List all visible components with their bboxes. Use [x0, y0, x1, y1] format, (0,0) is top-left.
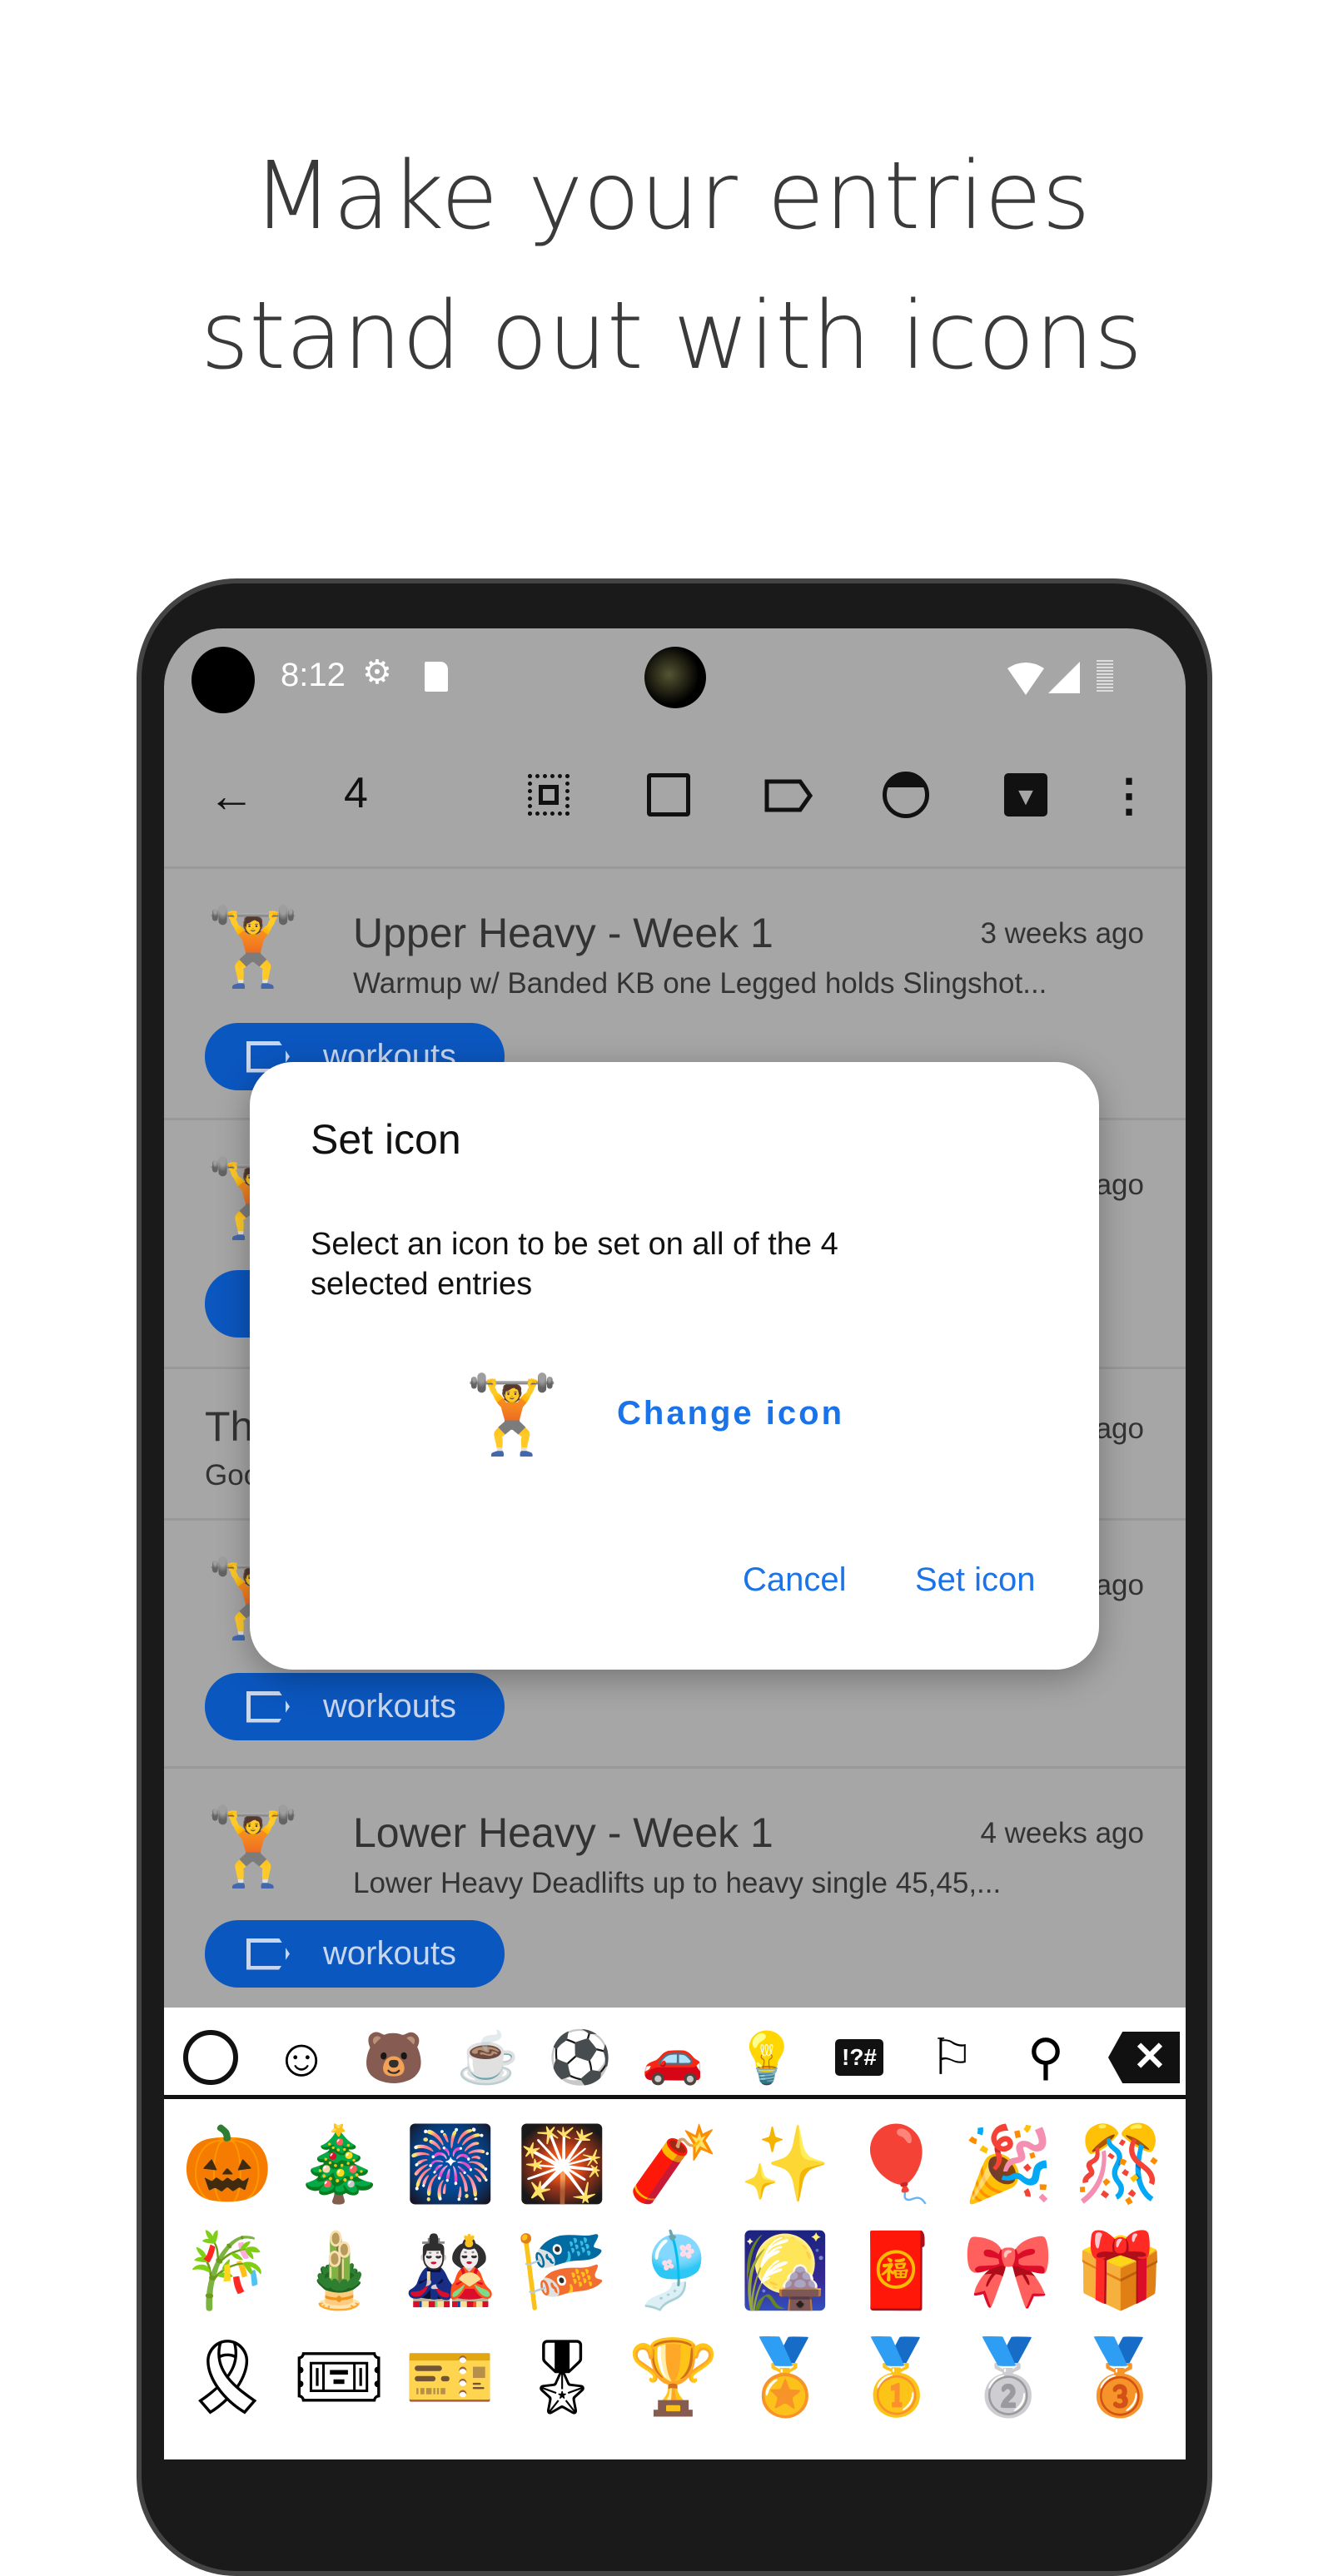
emoji-cell[interactable]: 🎈: [841, 2118, 953, 2225]
emoji-cell[interactable]: 🎊: [1064, 2118, 1176, 2225]
headline: Make your entries stand out with icons: [0, 127, 1343, 406]
list-item[interactable]: 🏋 Lower Heavy - Week 1 4 weeks ago Lower…: [164, 1766, 1186, 2008]
emoji-keyboard: ☺ 🐻 ☕ ⚽ 🚗 💡 !?# ⚐ ⚲ ✕ 🎃 🎄 🎆 🎇 🧨 ✨ 🎈 🎉 🎊 🎋 🎍 🎎 🎏 🎐 🎑 🧧 🎀 🎁…: [164, 2008, 1186, 2459]
archive-icon[interactable]: ▼: [1002, 771, 1050, 819]
emoji-cell[interactable]: 🎋: [172, 2225, 283, 2331]
tag-chip[interactable]: workouts: [205, 1673, 505, 1740]
emoji-cell[interactable]: 🏅: [729, 2331, 841, 2438]
emoji-row: 🎗 🎟 🎫 🎖 🏆 🏅 🥇 🥈 🥉: [172, 2331, 1179, 2438]
dialog-message: Select an icon to be set on all of the 4…: [311, 1224, 838, 1304]
dialog-title: Set icon: [311, 1116, 461, 1163]
change-icon-button[interactable]: Change icon: [617, 1395, 844, 1432]
emoji-row: 🎋 🎍 🎎 🎏 🎐 🎑 🧧 🎀 🎁: [172, 2225, 1179, 2331]
sd-card-icon: [425, 662, 448, 692]
entry-title: Th: [205, 1403, 254, 1450]
tag-chip[interactable]: workouts: [205, 1920, 505, 1988]
entry-preview: Warmup w/ Banded KB one Legged holds Sli…: [353, 967, 1047, 1000]
emoji-cell[interactable]: 🎉: [953, 2118, 1064, 2225]
set-icon-dialog: Set icon Select an icon to be set on all…: [250, 1062, 1099, 1670]
status-time: 8:12: [281, 657, 346, 693]
entry-time: ago: [1095, 1412, 1144, 1445]
more-options-icon[interactable]: ⋮: [1105, 771, 1153, 821]
wifi-icon: [1007, 663, 1044, 695]
tab-smileys-icon[interactable]: ☺: [268, 2024, 335, 2091]
emoji-cell[interactable]: 🏆: [618, 2331, 729, 2438]
emoji-cell[interactable]: 🎫: [395, 2331, 506, 2438]
tab-recent-icon[interactable]: [177, 2024, 244, 2091]
emoji-cell[interactable]: 🎇: [506, 2118, 618, 2225]
entry-time: 4 weeks ago: [980, 1817, 1144, 1849]
front-camera: [644, 647, 706, 708]
settings-icon: ⚙: [362, 654, 392, 691]
deselect-icon[interactable]: [644, 771, 693, 819]
label-icon[interactable]: [764, 778, 813, 813]
emoji-cell[interactable]: 🎖: [506, 2331, 618, 2438]
face-icon[interactable]: [882, 771, 930, 819]
set-icon-button[interactable]: Set icon: [915, 1561, 1036, 1599]
entry-title: Lower Heavy - Week 1: [353, 1809, 773, 1856]
tag-label: workouts: [323, 1688, 457, 1725]
label-icon: [246, 1690, 290, 1723]
emoji-cell[interactable]: 🧨: [618, 2118, 729, 2225]
dialog-message-line-1: Select an icon to be set on all of the 4: [311, 1227, 838, 1262]
emoji-cell[interactable]: 🎑: [729, 2225, 841, 2331]
emoji-row: 🎃 🎄 🎆 🎇 🧨 ✨ 🎈 🎉 🎊: [172, 2118, 1179, 2225]
entry-time: 3 weeks ago: [980, 917, 1144, 950]
entry-icon: 🏋: [205, 1804, 301, 1889]
camera-cutout-left: [192, 647, 255, 713]
cancel-button[interactable]: Cancel: [743, 1561, 847, 1599]
battery-icon: [1097, 660, 1113, 693]
dialog-message-line-2: selected entries: [311, 1267, 533, 1302]
emoji-cell[interactable]: 🥉: [1064, 2331, 1176, 2438]
emoji-cell[interactable]: 🎀: [953, 2225, 1064, 2331]
emoji-cell[interactable]: 🎎: [395, 2225, 506, 2331]
emoji-cell[interactable]: 🧧: [841, 2225, 953, 2331]
signal-icon: [1048, 662, 1080, 693]
tab-travel-icon[interactable]: 🚗: [639, 2024, 706, 2091]
tab-activities-icon[interactable]: ⚽: [547, 2024, 614, 2091]
emoji-cell[interactable]: ✨: [729, 2118, 841, 2225]
emoji-cell[interactable]: 🥈: [953, 2331, 1064, 2438]
emoji-cell[interactable]: 🥇: [841, 2331, 953, 2438]
tab-animals-icon[interactable]: 🐻: [361, 2024, 427, 2091]
tab-objects-icon[interactable]: 💡: [734, 2024, 800, 2091]
emoji-cell[interactable]: 🎆: [395, 2118, 506, 2225]
tag-label: workouts: [323, 1935, 457, 1972]
search-icon[interactable]: ⚲: [1012, 2024, 1079, 2091]
entry-time: ago: [1095, 1169, 1144, 1201]
emoji-cell[interactable]: 🎟: [283, 2331, 395, 2438]
backspace-icon[interactable]: ✕: [1107, 2024, 1181, 2091]
label-icon: [246, 1938, 290, 1970]
headline-line-2: stand out with icons: [200, 282, 1143, 390]
entry-icon: 🏋: [205, 905, 301, 990]
headline-line-1: Make your entries: [252, 142, 1091, 251]
entry-title: Upper Heavy - Week 1: [353, 910, 773, 956]
emoji-cell[interactable]: 🎗: [172, 2331, 283, 2438]
emoji-tab-bar: ☺ 🐻 ☕ ⚽ 🚗 💡 !?# ⚐ ⚲ ✕: [164, 2008, 1186, 2099]
emoji-cell[interactable]: 🎏: [506, 2225, 618, 2331]
emoji-cell[interactable]: 🎁: [1064, 2225, 1176, 2331]
emoji-cell[interactable]: 🎐: [618, 2225, 729, 2331]
emoji-cell[interactable]: 🎃: [172, 2118, 283, 2225]
selected-count: 4: [344, 769, 368, 817]
select-all-icon[interactable]: [525, 771, 573, 819]
tab-flags-icon[interactable]: ⚐: [918, 2024, 985, 2091]
tab-symbols-icon[interactable]: !?#: [826, 2024, 893, 2091]
emoji-cell[interactable]: 🎄: [283, 2118, 395, 2225]
emoji-grid: 🎃 🎄 🎆 🎇 🧨 ✨ 🎈 🎉 🎊 🎋 🎍 🎎 🎏 🎐 🎑 🧧 🎀 🎁 🎗 🎟 🎫 🎖 🏆 🏅 🥇 🥈 🥉: [172, 2118, 1179, 2438]
selected-icon-preview[interactable]: 🏋: [462, 1370, 562, 1460]
back-arrow-icon[interactable]: ←: [207, 769, 256, 821]
entry-preview: Lower Heavy Deadlifts up to heavy single…: [353, 1867, 1002, 1899]
tab-food-icon[interactable]: ☕: [455, 2024, 521, 2091]
entry-time: ago: [1095, 1569, 1144, 1601]
emoji-cell[interactable]: 🎍: [283, 2225, 395, 2331]
